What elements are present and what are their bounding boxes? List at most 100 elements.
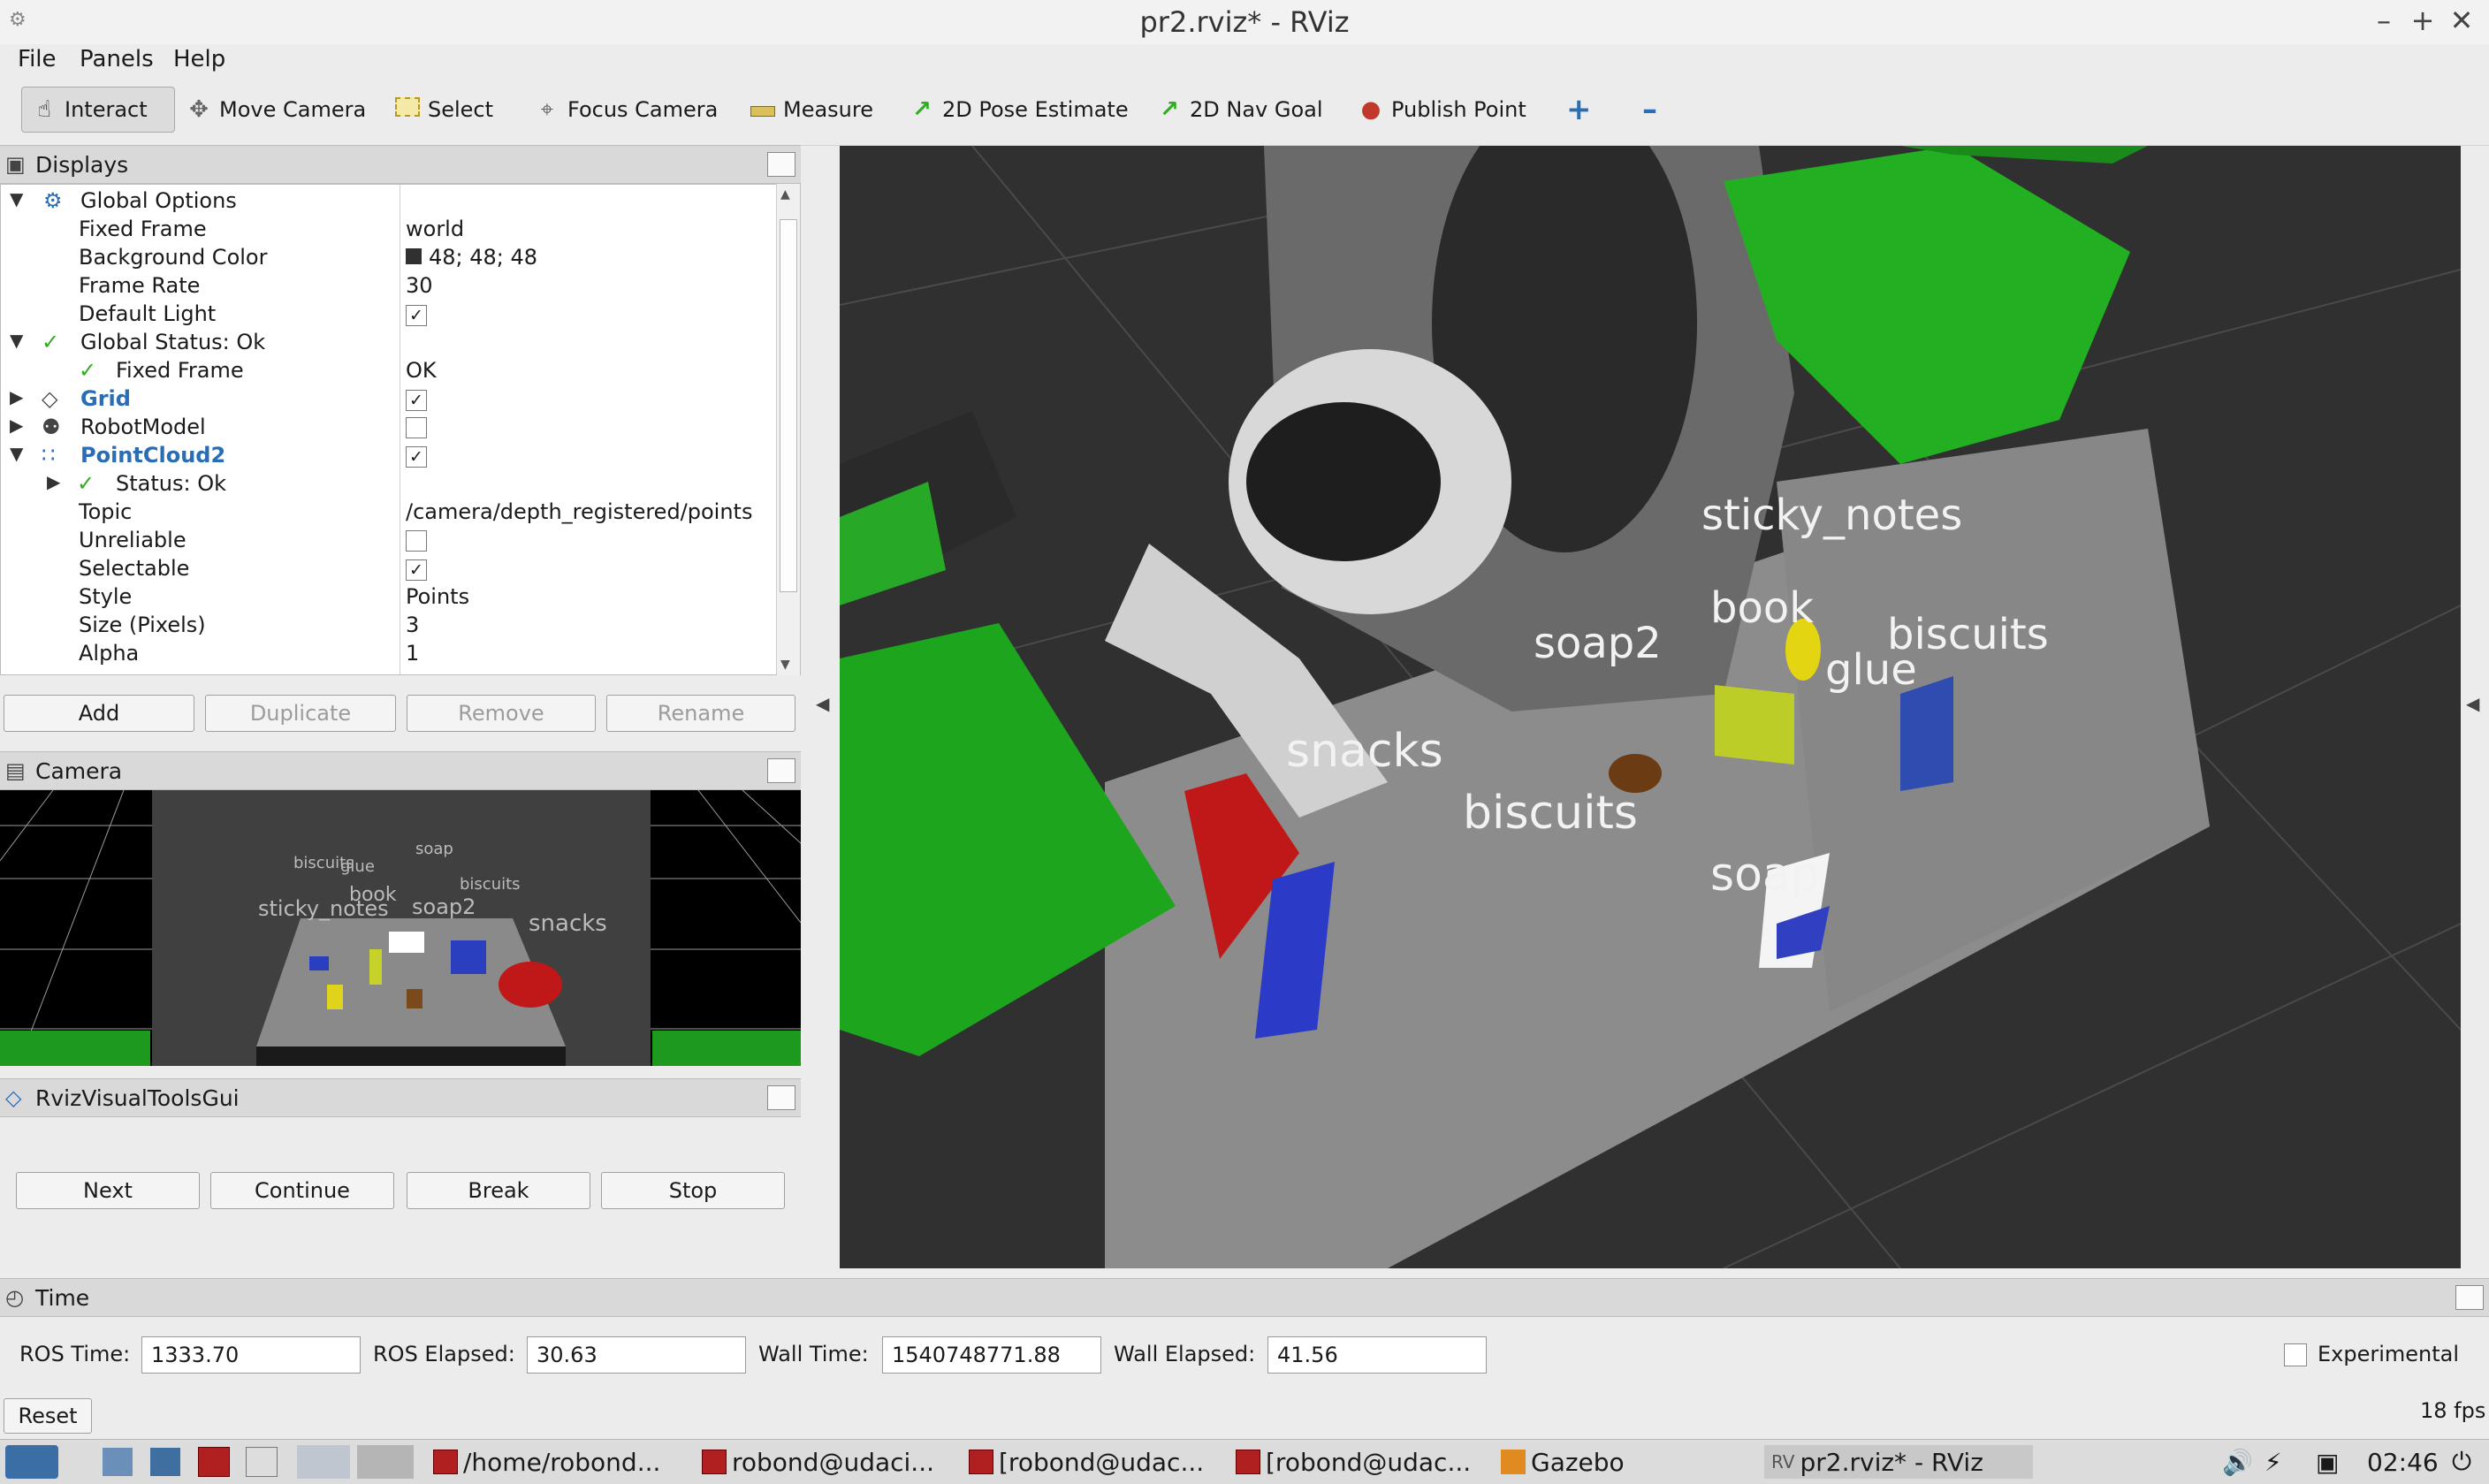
checkbox-unchecked[interactable] [406,417,427,438]
tree-row-grid[interactable]: ▶ ◇ Grid ✓ [1,384,775,413]
minimize-icon[interactable]: – [2369,4,2399,37]
select-rect-icon [394,96,421,123]
workspace-icon[interactable] [357,1445,414,1479]
publish-point-tool[interactable]: ● Publish Point [1349,87,1535,133]
task-robond-3[interactable]: [robond@udac... [1236,1445,1483,1479]
menu-file[interactable]: File [18,46,57,72]
row-value[interactable]: Points [406,584,469,609]
continue-button[interactable]: Continue [210,1172,394,1209]
remove-button[interactable]: Remove [407,695,596,732]
row-value[interactable]: 48; 48; 48 [406,245,537,270]
terminal-icon[interactable] [150,1445,180,1479]
checkbox-checked[interactable]: ✓ [406,390,427,411]
tree-row-selectable[interactable]: Selectable ✓ [1,554,775,582]
ros-elapsed-field[interactable]: 30.63 [527,1336,746,1374]
scroll-down-icon[interactable]: ▼ [780,658,790,672]
tree-row-alpha[interactable]: Alpha 1 [1,639,775,667]
scroll-up-icon[interactable]: ▲ [780,187,790,202]
task-gazebo[interactable]: Gazebo [1501,1445,1678,1479]
network-icon[interactable]: ▣ [2316,1445,2339,1479]
file-manager-icon[interactable] [103,1445,133,1479]
fps-label: 18 fps [2420,1398,2486,1423]
row-value[interactable]: 1 [406,641,419,666]
panel-float-button[interactable] [767,1085,795,1110]
collapse-arrow-icon[interactable]: ▶ [10,386,23,407]
start-menu-icon[interactable] [5,1445,58,1479]
tree-row-default-light[interactable]: Default Light ✓ [1,300,775,328]
scrollbar-thumb[interactable] [780,219,797,592]
experimental-checkbox[interactable] [2284,1343,2307,1366]
panel-float-button[interactable] [767,758,795,783]
task-robond-2[interactable]: [robond@udac... [969,1445,1216,1479]
tree-row-fixed-frame[interactable]: Fixed Frame world [1,215,775,243]
expand-arrow-icon[interactable]: ▼ [10,443,23,464]
expand-arrow-icon[interactable]: ▼ [10,188,23,209]
task-home-robond[interactable]: /home/robond... [433,1445,698,1479]
collapse-arrow-icon[interactable]: ▶ [10,415,23,436]
collapse-left-arrow-icon[interactable]: ◀ [816,693,829,714]
stop-button[interactable]: Stop [601,1172,785,1209]
task-robond-1[interactable]: robond@udaci... [702,1445,949,1479]
hand-pointer-icon: ☝ [37,96,51,123]
move-camera-tool[interactable]: ✥ Move Camera [177,87,375,133]
volume-icon[interactable]: 🔊 [2222,1445,2253,1479]
checkbox-checked[interactable]: ✓ [406,305,427,326]
menu-panels[interactable]: Panels [80,46,154,72]
ros-time-field[interactable]: 1333.70 [141,1336,361,1374]
add-tool-icon[interactable]: + [1557,87,1601,133]
tree-row-pointcloud2[interactable]: ▼ ∷ PointCloud2 ✓ [1,441,775,469]
interact-tool[interactable]: ☝ Interact [21,87,175,133]
tree-row-fixed-frame-status[interactable]: ✓ Fixed Frame OK [1,356,775,384]
window-icon[interactable] [246,1445,278,1479]
rename-button[interactable]: Rename [606,695,795,732]
power-bolt-icon[interactable]: ⚡ [2264,1445,2282,1479]
row-value[interactable]: /camera/depth_registered/points [406,499,752,524]
next-button[interactable]: Next [16,1172,200,1209]
collapse-arrow-icon[interactable]: ▶ [47,471,60,492]
menu-help[interactable]: Help [173,46,225,72]
tree-row-global-status[interactable]: ▼ ✓ Global Status: Ok [1,328,775,356]
select-tool[interactable]: Select [385,87,502,133]
add-button[interactable]: Add [4,695,194,732]
focus-camera-tool[interactable]: ⌖ Focus Camera [525,87,727,133]
wall-elapsed-field[interactable]: 41.56 [1267,1336,1487,1374]
nav-goal-tool[interactable]: ↗ 2D Nav Goal [1147,87,1332,133]
row-value[interactable]: 30 [406,273,433,298]
displays-tree: ▼ ⚙ Global Options Fixed Frame world Bac… [0,184,801,675]
tree-scrollbar[interactable]: ▲ ▼ [776,184,800,675]
tree-row-global-options[interactable]: ▼ ⚙ Global Options [1,186,775,215]
panel-float-button[interactable] [767,152,795,177]
close-icon[interactable]: ✕ [2447,4,2477,37]
pose-estimate-tool[interactable]: ↗ 2D Pose Estimate [900,87,1138,133]
tree-row-unreliable[interactable]: Unreliable [1,526,775,554]
tree-row-status-ok[interactable]: ▶ ✓ Status: Ok [1,469,775,498]
tree-row-topic[interactable]: Topic /camera/depth_registered/points [1,498,775,526]
expand-arrow-icon[interactable]: ▼ [10,330,23,351]
wall-time-field[interactable]: 1540748771.88 [882,1336,1101,1374]
maximize-icon[interactable]: + [2408,4,2438,37]
scene-label-sticky-notes: sticky_notes [1701,491,1963,540]
duplicate-button[interactable]: Duplicate [205,695,396,732]
break-button[interactable]: Break [407,1172,590,1209]
checkbox-checked[interactable]: ✓ [406,559,427,581]
tree-row-robot-model[interactable]: ▶ ⚉ RobotModel [1,413,775,441]
terminal-app-icon [1236,1450,1260,1474]
row-value[interactable]: world [406,217,464,241]
3d-viewport[interactable]: sticky_notes book soap2 biscuits glue sn… [840,146,2461,1268]
tree-row-style[interactable]: Style Points [1,582,775,611]
task-rviz[interactable]: RV pr2.rviz* - RViz [1764,1445,2033,1479]
reset-button[interactable]: Reset [4,1398,92,1434]
app-red-icon[interactable] [198,1445,230,1479]
collapse-right-arrow-icon[interactable]: ◀ [2466,693,2479,714]
row-value[interactable]: 3 [406,613,419,637]
checkbox-unchecked[interactable] [406,530,427,552]
checkbox-checked[interactable]: ✓ [406,446,427,468]
desktop-icon[interactable] [297,1445,350,1479]
panel-float-button[interactable] [2455,1285,2484,1310]
tree-row-size[interactable]: Size (Pixels) 3 [1,611,775,639]
remove-tool-icon[interactable]: – [1633,87,1666,133]
tree-row-frame-rate[interactable]: Frame Rate 30 [1,271,775,300]
shutdown-icon[interactable]: ⏻ [2452,1445,2471,1479]
tree-row-background-color[interactable]: Background Color 48; 48; 48 [1,243,775,271]
measure-tool[interactable]: Measure [741,87,882,133]
